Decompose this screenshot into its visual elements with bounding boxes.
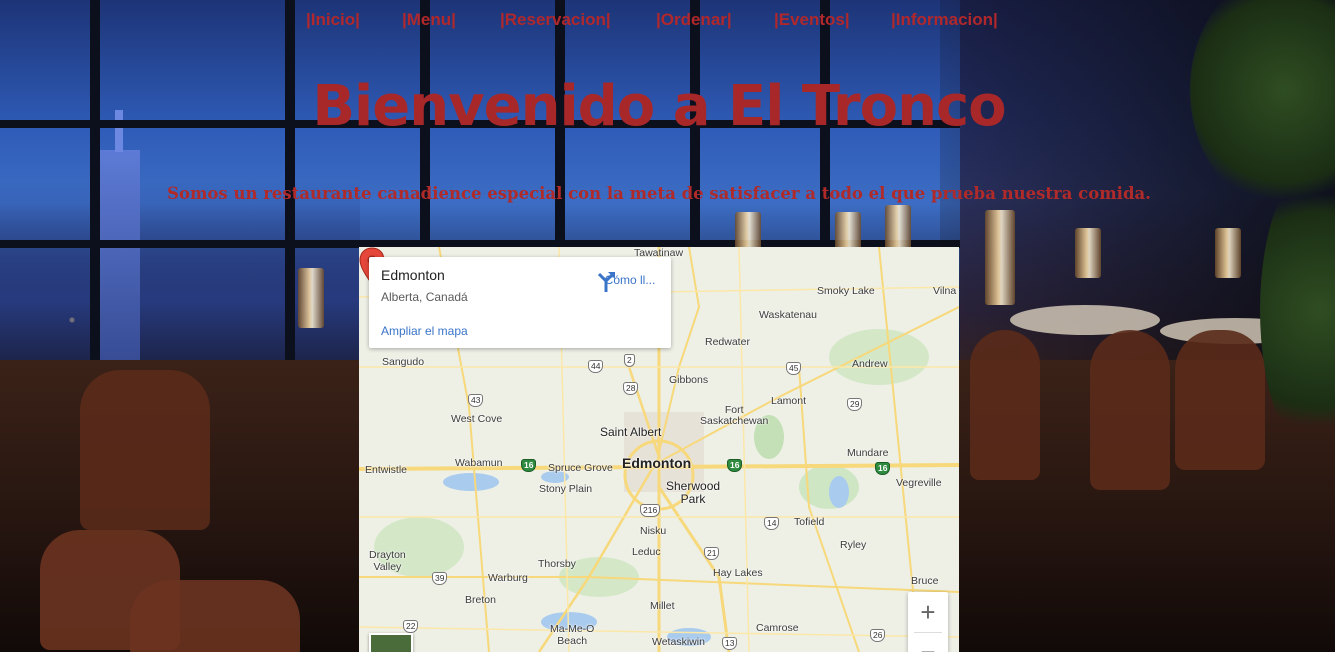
page-title: Bienvenido a El Tronco bbox=[312, 74, 1006, 139]
nav-menu[interactable]: |Menu| bbox=[402, 10, 456, 30]
place-label: Mundare bbox=[847, 447, 889, 459]
place-label: Entwistle bbox=[365, 464, 408, 476]
place-label: Tofield bbox=[794, 516, 825, 528]
place-label: Bruce bbox=[911, 575, 939, 587]
place-label: Ryley bbox=[840, 539, 867, 551]
place-label: Stony Plain bbox=[539, 483, 593, 495]
zoom-out-button[interactable]: − bbox=[908, 632, 948, 652]
main-nav: |Inicio| |Menu| |Reservacion| |Ordenar| … bbox=[0, 10, 1335, 34]
nav-eventos[interactable]: |Eventos| bbox=[774, 10, 850, 30]
route-shield: 2 bbox=[624, 354, 635, 367]
page-subtitle: Somos un restaurante canadience especial… bbox=[167, 184, 1151, 203]
zoom-in-button[interactable]: + bbox=[908, 592, 948, 632]
place-label: Vegreville bbox=[896, 477, 942, 489]
directions-button[interactable]: Cómo ll... bbox=[595, 269, 665, 292]
place-label: Wabamun bbox=[455, 457, 503, 469]
place-label: Saint Albert bbox=[600, 425, 662, 439]
place-label: Camrose bbox=[756, 622, 799, 634]
place-label: Lamont bbox=[771, 395, 807, 407]
place-label: Vilna bbox=[933, 285, 957, 297]
satellite-toggle-button[interactable] bbox=[369, 633, 413, 652]
place-label: Sherwood Park bbox=[666, 479, 721, 506]
map-place-subtitle: Alberta, Canadá bbox=[381, 290, 468, 304]
place-label: Spruce Grove bbox=[548, 462, 613, 474]
place-label: Warburg bbox=[488, 572, 528, 584]
place-label: Smoky Lake bbox=[817, 285, 875, 297]
directions-icon bbox=[597, 272, 615, 292]
place-label: West Cove bbox=[451, 413, 503, 425]
embedded-map[interactable]: Tawatinaw Smoky Lake Vilna Waskatenau Re… bbox=[359, 247, 959, 652]
place-label: Drayton Valley bbox=[369, 549, 406, 573]
place-label: Waskatenau bbox=[759, 309, 817, 321]
place-label: Andrew bbox=[852, 358, 888, 370]
map-info-card: Edmonton Alberta, Canadá Ampliar el mapa… bbox=[369, 257, 671, 348]
place-label: Gibbons bbox=[669, 374, 709, 386]
place-label: Hay Lakes bbox=[713, 567, 763, 579]
zoom-controls: + − bbox=[908, 592, 948, 652]
place-label: Redwater bbox=[705, 336, 750, 348]
enlarge-map-link[interactable]: Ampliar el mapa bbox=[381, 324, 468, 338]
place-label: Fort Saskatchewan bbox=[700, 404, 769, 427]
map-place-title: Edmonton bbox=[381, 267, 445, 283]
place-label: Sangudo bbox=[382, 356, 425, 368]
route-shield: 216 bbox=[640, 504, 661, 517]
place-label: Breton bbox=[465, 594, 496, 606]
place-label: Ma-Me-O Beach bbox=[550, 623, 595, 647]
place-label: Wetaskiwin bbox=[652, 636, 705, 648]
nav-reservacion[interactable]: |Reservacion| bbox=[500, 10, 611, 30]
place-label: Millet bbox=[650, 600, 675, 612]
place-label: Nisku bbox=[640, 525, 667, 537]
nav-inicio[interactable]: |Inicio| bbox=[306, 10, 360, 30]
place-label-edmonton: Edmonton bbox=[622, 455, 692, 471]
place-label: Leduc bbox=[632, 546, 661, 558]
nav-ordenar[interactable]: |Ordenar| bbox=[656, 10, 732, 30]
place-label: Thorsby bbox=[538, 558, 576, 570]
nav-informacion[interactable]: |Informacion| bbox=[891, 10, 998, 30]
